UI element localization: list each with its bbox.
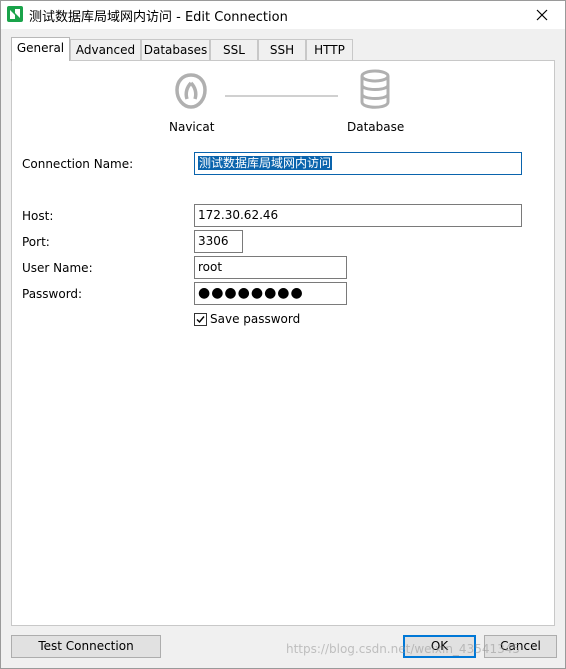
navicat-app-icon [7, 6, 23, 22]
general-panel: Navicat Database Connection Name: 测试数据库局… [11, 60, 555, 626]
password-input[interactable]: ●●●●●●●● [194, 282, 347, 305]
save-password-label[interactable]: Save password [210, 312, 300, 326]
connector-line [225, 95, 338, 97]
host-input[interactable]: 172.30.62.46 [194, 204, 522, 227]
navicat-label: Navicat [169, 120, 215, 134]
edit-connection-dialog: 测试数据库局域网内访问 - Edit Connection General Ad… [0, 0, 566, 669]
host-label: Host: [22, 209, 54, 223]
database-label: Database [347, 120, 405, 134]
tab-ssh[interactable]: SSH [258, 39, 306, 60]
tab-ssl[interactable]: SSL [210, 39, 258, 60]
database-icon [358, 69, 392, 114]
tab-databases[interactable]: Databases [141, 39, 210, 60]
port-input[interactable]: 3306 [194, 230, 243, 253]
connection-name-input[interactable]: 测试数据库局域网内访问 [194, 152, 522, 175]
tab-http[interactable]: HTTP [306, 39, 353, 60]
window-title: 测试数据库局域网内访问 - Edit Connection [29, 10, 288, 25]
port-label: Port: [22, 235, 50, 249]
title-bar[interactable]: 测试数据库局域网内访问 - Edit Connection [1, 1, 565, 29]
close-button[interactable] [519, 1, 565, 29]
cancel-button[interactable]: Cancel [484, 635, 557, 658]
close-icon [536, 9, 548, 21]
password-label: Password: [22, 287, 83, 301]
tab-advanced[interactable]: Advanced [70, 39, 141, 60]
checkmark-icon [196, 316, 205, 324]
connection-name-value: 测试数据库局域网内访问 [198, 156, 333, 170]
tab-general[interactable]: General [11, 37, 70, 61]
navicat-logo-icon [169, 69, 213, 116]
connection-name-label: Connection Name: [22, 157, 134, 171]
test-connection-button[interactable]: Test Connection [11, 635, 161, 658]
save-password-checkbox[interactable] [194, 313, 207, 326]
ok-button[interactable]: OK [403, 635, 476, 658]
user-name-input[interactable]: root [194, 256, 347, 279]
user-name-label: User Name: [22, 261, 93, 275]
password-value: ●●●●●●●● [198, 285, 304, 301]
